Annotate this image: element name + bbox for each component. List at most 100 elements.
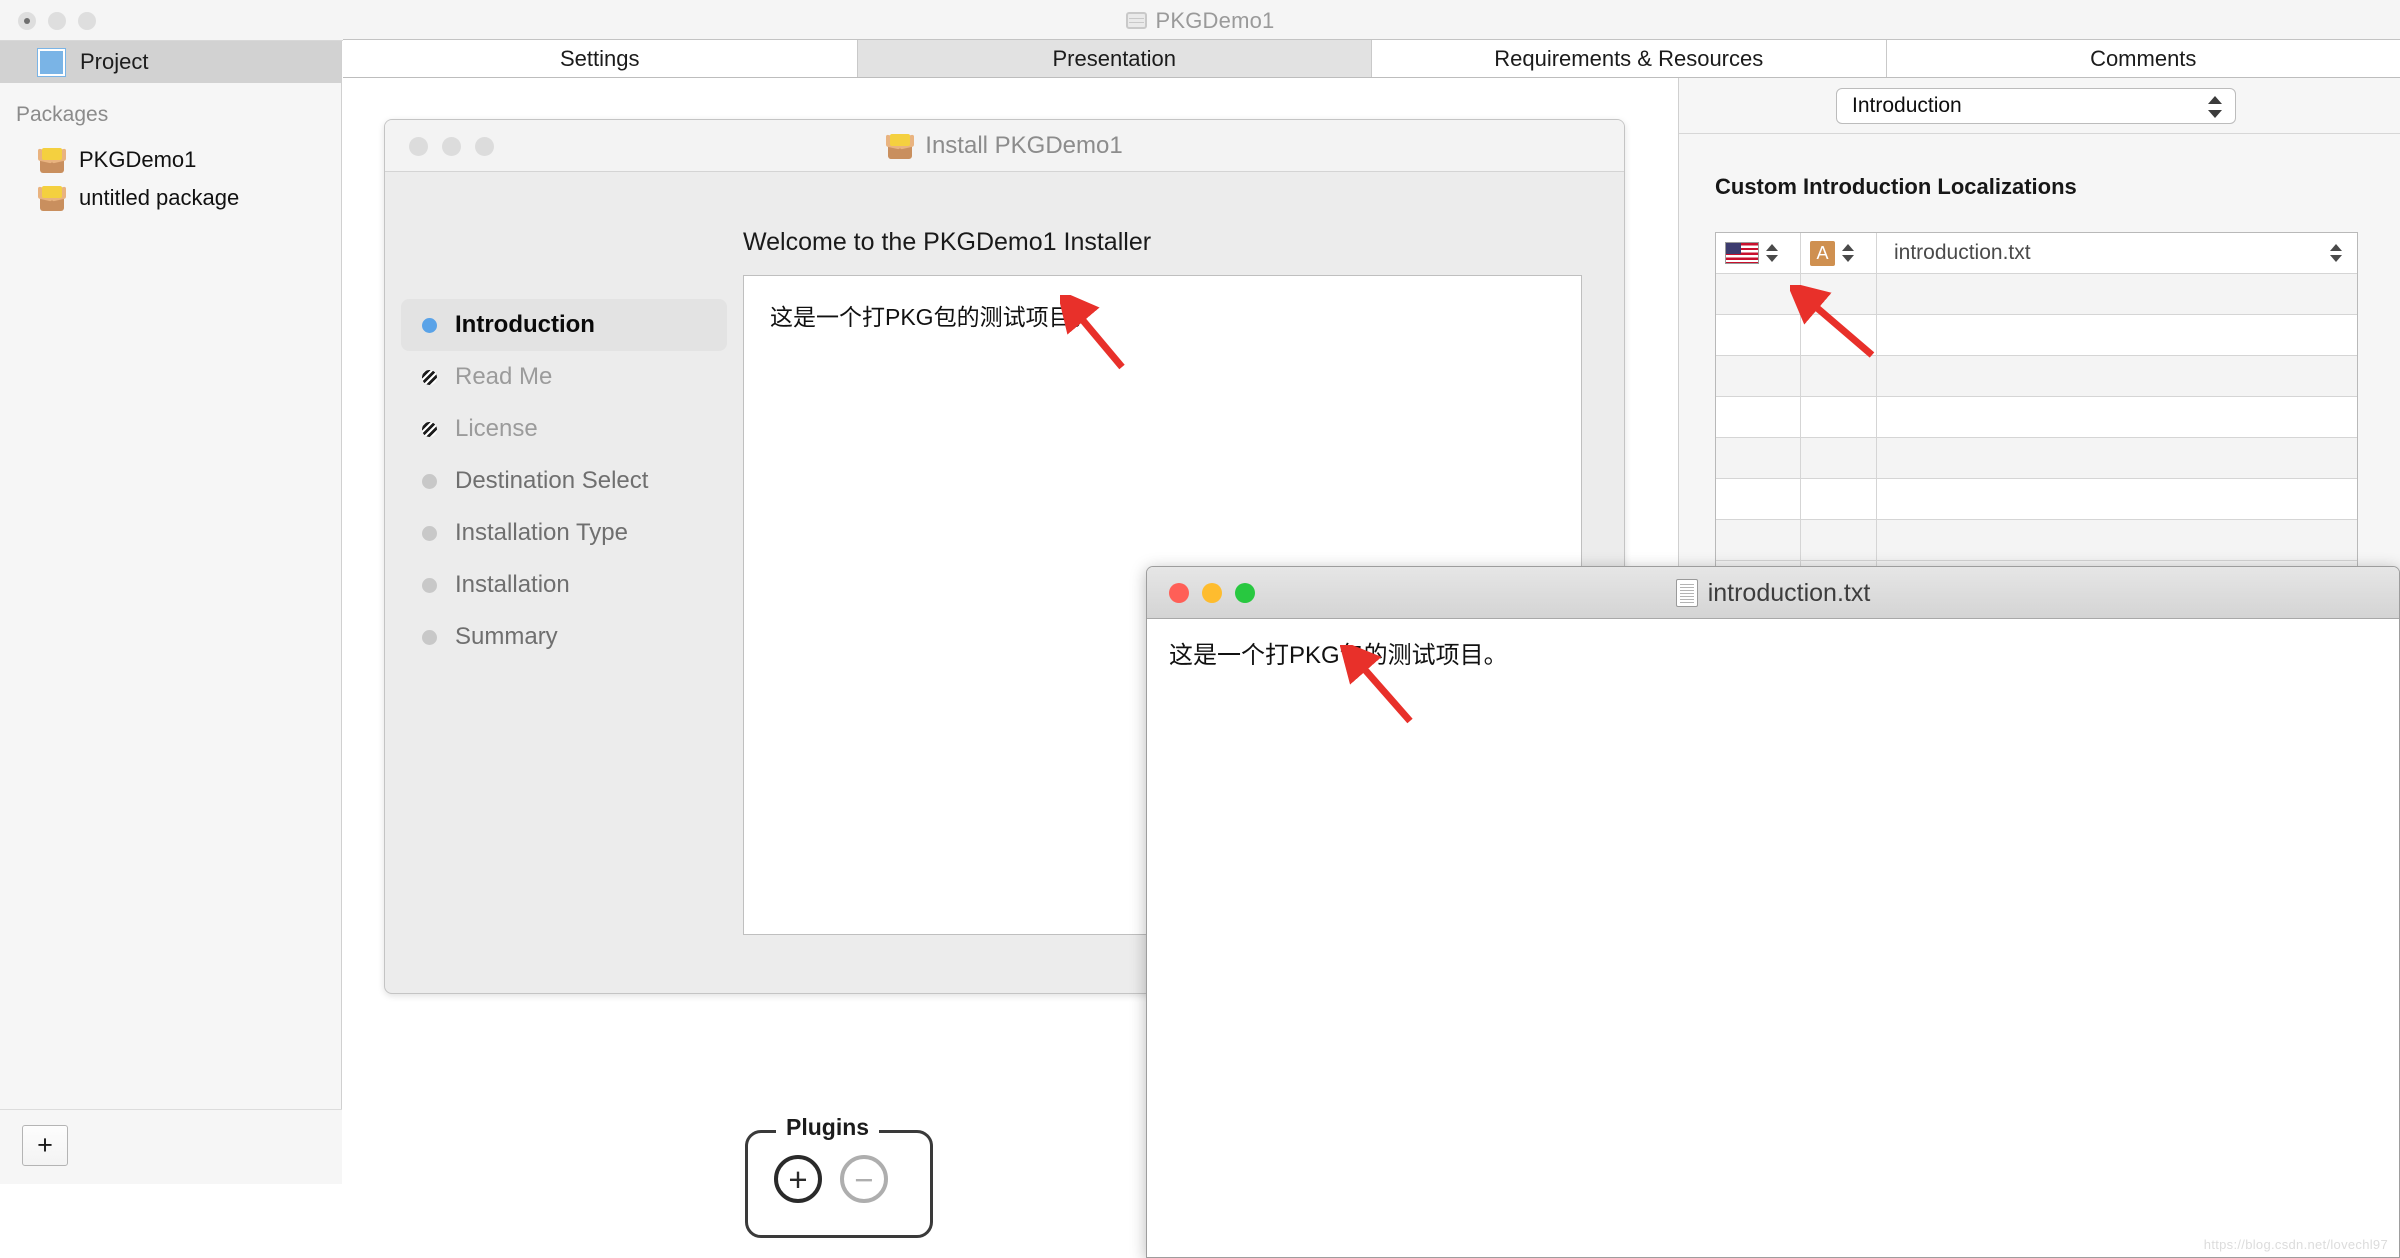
package-box-icon [886,133,915,159]
file-cell [1877,315,2357,355]
file-cell[interactable]: introduction.txt [1877,233,2357,273]
type-cell [1801,274,1877,314]
locale-cell[interactable] [1716,233,1801,273]
sidebar: Project Packages PKGDemo1 untitled packa… [0,41,342,1184]
installer-step-summary[interactable]: Summary [401,611,727,663]
package-box-icon [38,147,66,173]
locale-cell [1716,274,1801,314]
table-row[interactable]: A introduction.txt [1716,233,2357,274]
list-item[interactable]: PKGDemo1 [0,141,341,179]
installer-step-destination-select[interactable]: Destination Select [401,455,727,507]
step-label: Summary [455,623,558,650]
step-label: Read Me [455,363,553,390]
step-dot-icon [422,473,437,489]
file-name: introduction.txt [1894,241,2031,264]
tab-bar: Settings Presentation Requirements & Res… [343,39,2400,78]
section-popup-value: Introduction [1852,94,1962,117]
step-dot-hatched-icon [422,421,437,437]
step-dot-hatched-icon [422,369,437,385]
installer-zoom-button [475,137,494,156]
text-editor-titlebar: introduction.txt [1147,567,2399,619]
plugins-caption: Plugins [776,1114,880,1141]
text-document-icon [1675,579,1698,607]
table-row[interactable] [1716,520,2357,561]
type-cell [1801,438,1877,478]
zoom-button[interactable] [1235,583,1255,603]
file-cell [1877,520,2357,560]
table-row[interactable] [1716,356,2357,397]
step-dot-icon [422,317,437,333]
watermark: https://blog.csdn.net/lovechl97 [2203,1237,2388,1252]
main-window-titlebar: PKGDemo1 [0,0,2400,41]
tab-settings[interactable]: Settings [343,40,858,77]
file-cell [1877,397,2357,437]
step-label: Installation Type [455,519,629,546]
step-label: Destination Select [455,467,649,494]
chevron-updown-icon[interactable] [2330,242,2343,264]
locale-cell [1716,315,1801,355]
step-dot-icon [422,525,437,541]
installer-welcome-heading: Welcome to the PKGDemo1 Installer [743,228,1152,256]
list-item[interactable]: untitled package [0,179,341,217]
text-editor-content[interactable]: 这是一个打PKG包的测试项目。 [1147,619,2399,686]
add-package-button[interactable]: + [22,1125,68,1166]
table-row[interactable] [1716,315,2357,356]
package-box-icon [38,185,66,211]
sidebar-section-packages: Packages [16,103,109,126]
package-list: PKGDemo1 untitled package [0,141,341,217]
chevron-updown-icon[interactable] [1766,242,1779,264]
table-row[interactable] [1716,397,2357,438]
locale-cell [1716,397,1801,437]
localizations-title: Custom Introduction Localizations [1715,174,2077,199]
installer-step-installation[interactable]: Installation [401,559,727,611]
text-editor-title-text: introduction.txt [1707,578,1871,607]
type-cell [1801,479,1877,519]
type-cell [1801,315,1877,355]
file-cell [1877,274,2357,314]
sidebar-footer: + [0,1109,342,1184]
file-cell [1877,356,2357,396]
table-row[interactable] [1716,479,2357,520]
plugins-group: Plugins + − [745,1114,933,1238]
installer-traffic-lights [409,137,494,156]
add-plugin-button[interactable]: + [774,1155,822,1203]
installer-step-license[interactable]: License [401,403,727,455]
package-label: untitled package [79,185,240,210]
step-label: Introduction [455,311,595,338]
step-label: License [455,415,538,442]
type-cell [1801,356,1877,396]
text-editor-window: introduction.txt 这是一个打PKG包的测试项目。 [1146,566,2400,1258]
installer-step-read-me[interactable]: Read Me [401,351,727,403]
tab-presentation[interactable]: Presentation [857,40,1372,77]
locale-cell [1716,438,1801,478]
step-dot-icon [422,577,437,593]
type-cell[interactable]: A [1801,233,1877,273]
installer-close-button [409,137,428,156]
step-dot-icon [422,629,437,645]
main-window-title: PKGDemo1 [0,0,2400,41]
inspector-top-bar: Introduction [1679,78,2400,134]
tab-requirements-resources[interactable]: Requirements & Resources [1372,40,1887,77]
project-window-icon [1125,12,1147,29]
tab-comments[interactable]: Comments [1886,40,2400,77]
sidebar-item-project-label: Project [80,49,149,74]
locale-cell [1716,356,1801,396]
table-row[interactable] [1716,274,2357,315]
sidebar-item-project[interactable]: Project [0,41,341,83]
text-editor-title: introduction.txt [1147,567,2399,619]
installer-preview-title: Install PKGDemo1 [385,120,1624,172]
installer-step-list: Introduction Read Me License Destination… [385,172,743,993]
installer-step-introduction[interactable]: Introduction [401,299,727,351]
text-type-icon: A [1810,240,1835,266]
text-editor-traffic-lights[interactable] [1169,583,1255,603]
table-row[interactable] [1716,438,2357,479]
installer-step-installation-type[interactable]: Installation Type [401,507,727,559]
close-button[interactable] [1169,583,1189,603]
us-flag-icon [1725,242,1759,264]
remove-plugin-button: − [840,1155,888,1203]
installer-title-text: Install PKGDemo1 [925,132,1123,159]
minimize-button[interactable] [1202,583,1222,603]
locale-cell [1716,479,1801,519]
section-popup-button[interactable]: Introduction [1836,88,2236,124]
chevron-updown-icon[interactable] [1842,242,1855,264]
